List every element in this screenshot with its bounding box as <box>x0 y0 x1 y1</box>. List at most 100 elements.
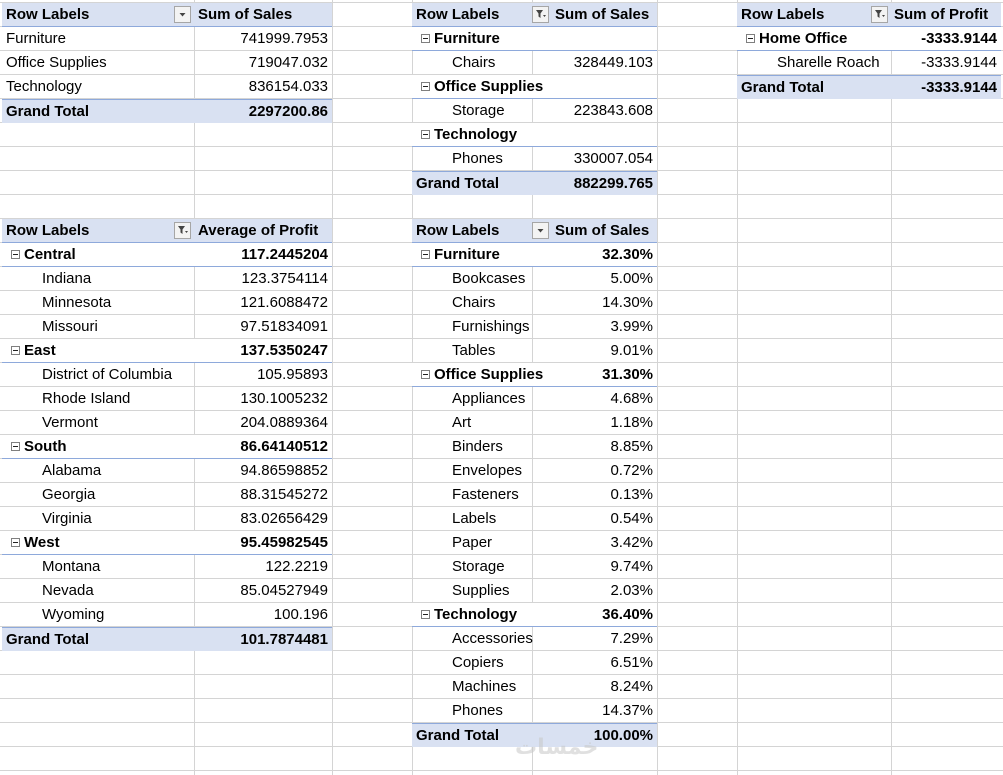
row-value: -3333.9144 <box>921 54 997 71</box>
table-row[interactable]: Rhode Island 130.1005232 <box>2 387 332 411</box>
group-label: Home Office <box>759 30 848 47</box>
row-label: Paper <box>452 534 493 551</box>
collapse-icon[interactable] <box>11 250 20 259</box>
table-row[interactable]: District of Columbia 105.95893 <box>2 363 332 387</box>
table-row[interactable]: Minnesota 121.6088472 <box>2 291 332 315</box>
table-row[interactable]: Phones 14.37% <box>412 699 657 723</box>
table-row[interactable]: Alabama 94.86598852 <box>2 459 332 483</box>
row-value: 0.54% <box>610 510 653 527</box>
filter-applied-icon[interactable] <box>532 6 549 23</box>
table-row[interactable]: Virginia 83.02656429 <box>2 507 332 531</box>
row-value: 330007.054 <box>573 150 653 167</box>
row-value: 123.3754114 <box>241 270 328 287</box>
grand-total-value: 2297200.86 <box>248 103 328 120</box>
collapse-icon[interactable] <box>421 610 430 619</box>
group-row[interactable]: Furniture <box>412 27 657 51</box>
row-label: Vermont <box>42 414 98 431</box>
collapse-icon[interactable] <box>421 250 430 259</box>
row-label: Sharelle Roach <box>777 54 880 71</box>
table-row[interactable]: Montana 122.2219 <box>2 555 332 579</box>
filter-applied-icon[interactable] <box>174 222 191 239</box>
collapse-icon[interactable] <box>421 34 430 43</box>
row-value: 741999.7953 <box>240 30 328 47</box>
table-row[interactable]: Vermont 204.0889364 <box>2 411 332 435</box>
group-row[interactable]: Central 117.2445204 <box>2 243 332 267</box>
row-label: Virginia <box>42 510 92 527</box>
table-row[interactable]: Wyoming 100.196 <box>2 603 332 627</box>
table-row[interactable]: Supplies 2.03% <box>412 579 657 603</box>
table-row[interactable]: Envelopes 0.72% <box>412 459 657 483</box>
table-row[interactable]: Technology 836154.033 <box>2 75 332 99</box>
collapse-icon[interactable] <box>746 34 755 43</box>
row-value: 6.51% <box>610 654 653 671</box>
table-row[interactable]: Bookcases 5.00% <box>412 267 657 291</box>
group-row[interactable]: East 137.5350247 <box>2 339 332 363</box>
table-row[interactable]: Tables 9.01% <box>412 339 657 363</box>
row-label: Furnishings <box>452 318 530 335</box>
row-value: 7.29% <box>610 630 653 647</box>
group-row[interactable]: South 86.64140512 <box>2 435 332 459</box>
table-row[interactable]: Storage 9.74% <box>412 555 657 579</box>
table-row[interactable]: Furnishings 3.99% <box>412 315 657 339</box>
group-row[interactable]: Office Supplies 31.30% <box>412 363 657 387</box>
row-value: 105.95893 <box>257 366 328 383</box>
group-row[interactable]: Technology <box>412 123 657 147</box>
group-value: 86.64140512 <box>240 438 328 455</box>
watermark-logo: خمسات <box>515 734 599 759</box>
row-label: Art <box>452 414 472 431</box>
value-header: Sum of Sales <box>555 6 650 23</box>
table-row[interactable]: Georgia 88.31545272 <box>2 483 332 507</box>
table-row[interactable]: Office Supplies 719047.032 <box>2 51 332 75</box>
grand-total-label: Grand Total <box>6 103 90 120</box>
table-row[interactable]: Furniture 741999.7953 <box>2 27 332 51</box>
row-value: 719047.032 <box>248 54 328 71</box>
row-value: 836154.033 <box>248 78 328 95</box>
group-row[interactable]: Furniture 32.30% <box>412 243 657 267</box>
grand-total-row[interactable]: Grand Total 101.7874481 <box>2 627 332 651</box>
filter-applied-icon[interactable] <box>871 6 888 23</box>
filter-dropdown-button[interactable] <box>532 222 549 239</box>
grand-total-row[interactable]: Grand Total -3333.9144 <box>737 75 1001 99</box>
table-row[interactable]: Missouri 97.51834091 <box>2 315 332 339</box>
table-row[interactable]: Labels 0.54% <box>412 507 657 531</box>
collapse-icon[interactable] <box>11 538 20 547</box>
table-row[interactable]: Indiana 123.3754114 <box>2 267 332 291</box>
filter-dropdown-button[interactable] <box>174 6 191 23</box>
group-row[interactable]: West 95.45982545 <box>2 531 332 555</box>
table-row[interactable]: Chairs 328449.103 <box>412 51 657 75</box>
collapse-icon[interactable] <box>421 82 430 91</box>
row-value: 223843.608 <box>573 102 653 119</box>
group-value: 95.45982545 <box>240 534 328 551</box>
table-row[interactable]: Fasteners 0.13% <box>412 483 657 507</box>
collapse-icon[interactable] <box>421 370 430 379</box>
table-row[interactable]: Chairs 14.30% <box>412 291 657 315</box>
group-row[interactable]: Home Office -3333.9144 <box>737 27 1001 51</box>
table-row[interactable]: Art 1.18% <box>412 411 657 435</box>
table-row[interactable]: Accessories 7.29% <box>412 627 657 651</box>
grand-total-row[interactable]: Grand Total 882299.765 <box>412 171 657 195</box>
table-row[interactable]: Storage 223843.608 <box>412 99 657 123</box>
row-value: 9.74% <box>610 558 653 575</box>
collapse-icon[interactable] <box>421 130 430 139</box>
table-row[interactable]: Appliances 4.68% <box>412 387 657 411</box>
row-value: 130.1005232 <box>240 390 328 407</box>
row-value: 4.68% <box>610 390 653 407</box>
group-row[interactable]: Office Supplies <box>412 75 657 99</box>
table-row[interactable]: Binders 8.85% <box>412 435 657 459</box>
collapse-icon[interactable] <box>11 346 20 355</box>
table-row[interactable]: Machines 8.24% <box>412 675 657 699</box>
table-row[interactable]: Paper 3.42% <box>412 531 657 555</box>
grand-total-row[interactable]: Grand Total 2297200.86 <box>2 99 332 123</box>
group-label: Office Supplies <box>434 78 544 95</box>
pivot-header: Row Labels Sum of Sales <box>2 3 332 27</box>
table-row[interactable]: Sharelle Roach -3333.9144 <box>737 51 1001 75</box>
table-row[interactable]: Nevada 85.04527949 <box>2 579 332 603</box>
collapse-icon[interactable] <box>11 442 20 451</box>
row-value: 5.00% <box>610 270 653 287</box>
row-value: 85.04527949 <box>240 582 328 599</box>
row-label: Missouri <box>42 318 98 335</box>
table-row[interactable]: Phones 330007.054 <box>412 147 657 171</box>
group-row[interactable]: Technology 36.40% <box>412 603 657 627</box>
group-value: -3333.9144 <box>921 30 997 47</box>
table-row[interactable]: Copiers 6.51% <box>412 651 657 675</box>
